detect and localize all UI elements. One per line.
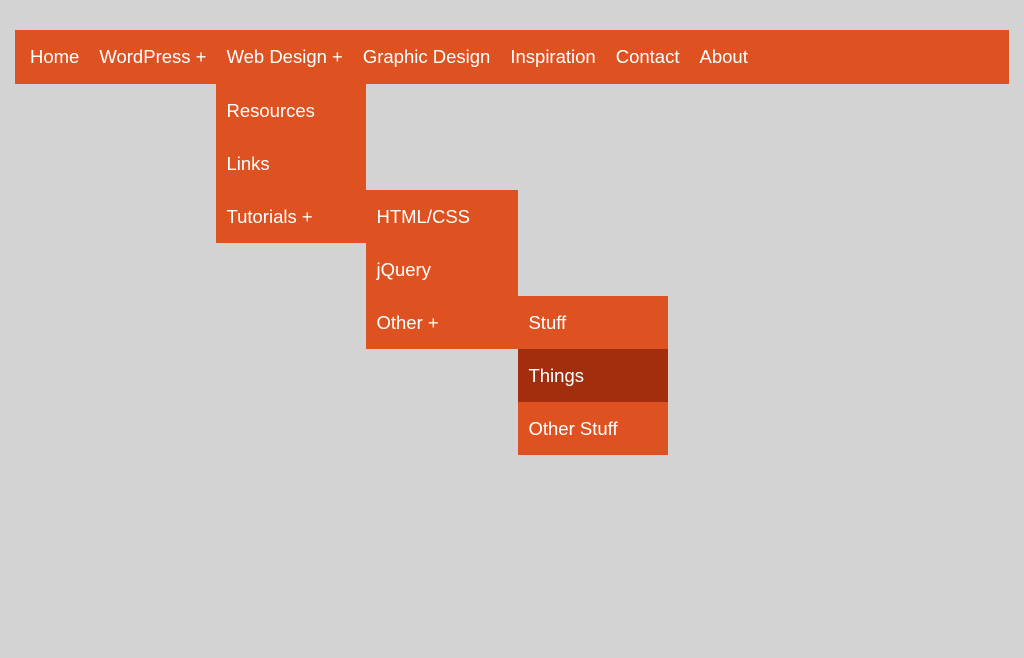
nav-item-contact[interactable]: Contact [606,30,690,84]
submenu-item-links[interactable]: Links [216,137,366,190]
submenu-item-other[interactable]: Other + Stuff Things Other Stuff [366,296,518,349]
submenu-item-resources[interactable]: Resources [216,84,366,137]
nav-label-home: Home [30,46,79,68]
nav-item-webdesign[interactable]: Web Design + Resources Links Tutorials +… [216,30,352,84]
submenu-label-htmlcss: HTML/CSS [376,206,470,228]
submenu-item-stuff[interactable]: Stuff [518,296,668,349]
submenu-label-things: Things [528,365,584,387]
submenu-tutorials: HTML/CSS jQuery Other + Stuff [366,190,518,349]
submenu-label-stuff: Stuff [528,312,566,334]
submenu-item-htmlcss[interactable]: HTML/CSS [366,190,518,243]
nav-item-home[interactable]: Home [20,30,89,84]
nav-item-inspiration[interactable]: Inspiration [500,30,605,84]
submenu-label-links: Links [226,153,269,175]
nav-label-contact: Contact [616,46,680,68]
submenu-label-tutorials: Tutorials + [226,206,312,228]
nav-label-about: About [699,46,747,68]
submenu-label-otherstuff: Other Stuff [528,418,617,440]
nav-label-inspiration: Inspiration [510,46,595,68]
submenu-webdesign: Resources Links Tutorials + HTML/CSS jQu… [216,84,366,243]
submenu-item-jquery[interactable]: jQuery [366,243,518,296]
submenu-item-things[interactable]: Things [518,349,668,402]
main-navbar: Home WordPress + Web Design + Resources … [15,30,1009,84]
nav-item-about[interactable]: About [689,30,757,84]
nav-item-wordpress[interactable]: WordPress + [89,30,216,84]
nav-label-wordpress: WordPress + [99,46,206,68]
submenu-label-resources: Resources [226,100,314,122]
submenu-label-other: Other + [376,312,438,334]
submenu-item-tutorials[interactable]: Tutorials + HTML/CSS jQuery Other + [216,190,366,243]
submenu-label-jquery: jQuery [376,259,431,281]
submenu-item-otherstuff[interactable]: Other Stuff [518,402,668,455]
nav-label-webdesign: Web Design + [226,46,342,68]
nav-label-graphicdesign: Graphic Design [363,46,491,68]
submenu-other: Stuff Things Other Stuff [518,296,668,455]
nav-item-graphicdesign[interactable]: Graphic Design [353,30,501,84]
